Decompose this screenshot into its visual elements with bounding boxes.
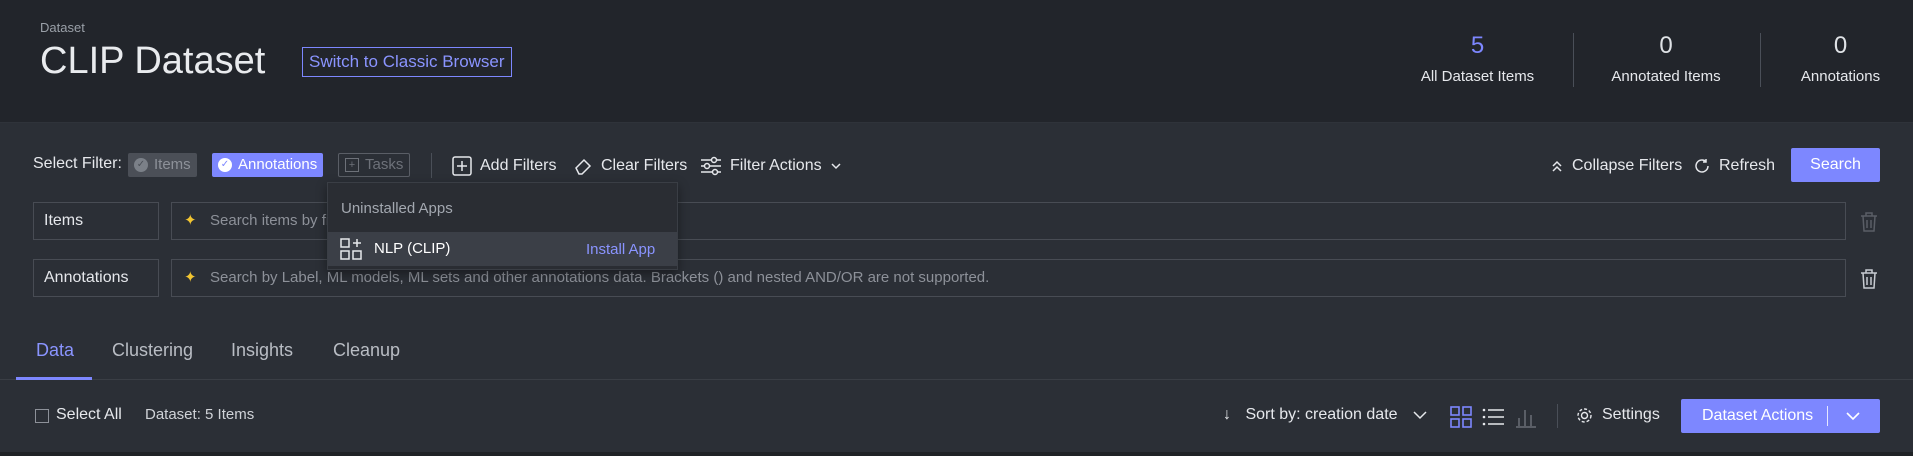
button-label: Refresh bbox=[1719, 156, 1776, 174]
select-filter-label: Select Filter: bbox=[33, 155, 122, 172]
input-placeholder: Search items by fi bbox=[210, 212, 330, 229]
trash-icon[interactable] bbox=[1859, 211, 1879, 233]
arrow-down-icon: ↓ bbox=[1223, 406, 1231, 423]
divider bbox=[1760, 33, 1761, 87]
tab-insights[interactable]: Insights bbox=[231, 340, 293, 380]
collapse-filters-button[interactable]: Collapse Filters bbox=[1550, 153, 1682, 178]
plus-square-icon bbox=[452, 155, 472, 176]
divider bbox=[1557, 404, 1558, 428]
filter-row-label-items[interactable]: Items bbox=[33, 202, 159, 240]
chip-label: Annotations bbox=[238, 156, 318, 173]
divider bbox=[1827, 406, 1828, 426]
dataset-count: Dataset: 5 Items bbox=[145, 406, 255, 423]
chip-label: Items bbox=[154, 156, 191, 173]
filter-chip-annotations[interactable]: ✓ Annotations bbox=[212, 153, 324, 177]
check-icon: ✓ bbox=[134, 158, 148, 172]
tab-bar: Data Clustering Insights Cleanup bbox=[0, 332, 1913, 380]
chip-label: Tasks bbox=[365, 156, 404, 173]
app-grid-icon bbox=[340, 238, 362, 260]
list-view-icon[interactable] bbox=[1482, 406, 1504, 428]
active-tab-indicator bbox=[16, 377, 92, 380]
refresh-icon bbox=[1695, 158, 1709, 173]
stat-value: 0 bbox=[1833, 32, 1848, 59]
grid-view-icon[interactable] bbox=[1450, 406, 1472, 428]
clear-filters-button[interactable]: Clear Filters bbox=[573, 153, 687, 178]
gear-icon bbox=[1577, 407, 1592, 423]
settings-button[interactable]: Settings bbox=[1576, 406, 1660, 424]
double-chevron-up-icon bbox=[1552, 160, 1562, 172]
stat-all-items[interactable]: 5 All Dataset Items bbox=[1410, 32, 1545, 85]
chevron-down-icon[interactable] bbox=[1845, 410, 1861, 422]
divider bbox=[0, 452, 1913, 456]
app-list-item[interactable]: NLP (CLIP) Install App bbox=[328, 232, 677, 266]
button-label: Dataset Actions bbox=[1702, 407, 1814, 424]
app-name: NLP (CLIP) bbox=[374, 240, 451, 257]
plus-icon: + bbox=[345, 158, 359, 172]
tab-data[interactable]: Data bbox=[36, 340, 74, 380]
filter-row-label-annotations[interactable]: Annotations bbox=[33, 259, 159, 297]
sliders-icon bbox=[701, 156, 721, 175]
chart-view-icon[interactable] bbox=[1515, 406, 1537, 428]
dataset-header: Dataset CLIP Dataset Switch to Classic B… bbox=[0, 0, 1913, 123]
page-title: CLIP Dataset bbox=[40, 40, 266, 82]
chevron-down-icon bbox=[831, 162, 841, 169]
filter-chip-items[interactable]: ✓ Items bbox=[128, 153, 197, 177]
button-label: Add Filters bbox=[480, 156, 557, 174]
sort-dropdown[interactable]: ↓ Sort by: creation date bbox=[1223, 406, 1428, 424]
input-placeholder: Search by Label, ML models, ML sets and … bbox=[210, 269, 990, 286]
add-filters-button[interactable]: Add Filters bbox=[452, 153, 556, 178]
stat-label: Annotated Items bbox=[1611, 68, 1721, 85]
divider bbox=[431, 153, 432, 178]
eraser-icon bbox=[575, 158, 592, 175]
select-all-label[interactable]: Select All bbox=[56, 406, 122, 424]
sort-label: Sort by: creation date bbox=[1245, 406, 1398, 423]
tab-clustering[interactable]: Clustering bbox=[112, 340, 193, 380]
tab-cleanup[interactable]: Cleanup bbox=[333, 340, 400, 380]
button-label: Collapse Filters bbox=[1572, 156, 1683, 174]
dataset-actions-button[interactable]: Dataset Actions bbox=[1681, 399, 1880, 433]
install-app-link[interactable]: Install App bbox=[586, 241, 655, 258]
stat-label: Annotations bbox=[1800, 68, 1881, 85]
filter-chip-tasks[interactable]: + Tasks bbox=[338, 153, 411, 177]
filter-actions-dropdown: Uninstalled Apps NLP (CLIP) Install App bbox=[327, 182, 678, 270]
check-icon: ✓ bbox=[218, 158, 232, 172]
search-button[interactable]: Search bbox=[1791, 148, 1880, 182]
trash-icon[interactable] bbox=[1859, 268, 1879, 290]
sparkle-icon: ✦ bbox=[184, 269, 197, 286]
divider bbox=[1573, 33, 1574, 87]
stat-value: 0 bbox=[1659, 32, 1673, 59]
filter-actions-button[interactable]: Filter Actions bbox=[700, 153, 842, 178]
refresh-button[interactable]: Refresh bbox=[1693, 153, 1775, 178]
stat-label: All Dataset Items bbox=[1420, 68, 1535, 85]
stat-annotated-items[interactable]: 0 Annotated Items bbox=[1600, 32, 1732, 85]
button-label: Settings bbox=[1602, 406, 1660, 423]
sparkle-icon: ✦ bbox=[184, 212, 197, 229]
button-label: Filter Actions bbox=[730, 156, 822, 174]
switch-classic-browser-button[interactable]: Switch to Classic Browser bbox=[302, 47, 512, 77]
breadcrumb: Dataset bbox=[40, 20, 85, 35]
chevron-down-icon bbox=[1413, 411, 1427, 419]
stat-annotations[interactable]: 0 Annotations bbox=[1788, 32, 1893, 85]
dropdown-header: Uninstalled Apps bbox=[341, 200, 453, 217]
select-all-checkbox[interactable] bbox=[35, 409, 49, 423]
button-label: Clear Filters bbox=[601, 156, 688, 174]
stat-value: 5 bbox=[1470, 32, 1485, 59]
